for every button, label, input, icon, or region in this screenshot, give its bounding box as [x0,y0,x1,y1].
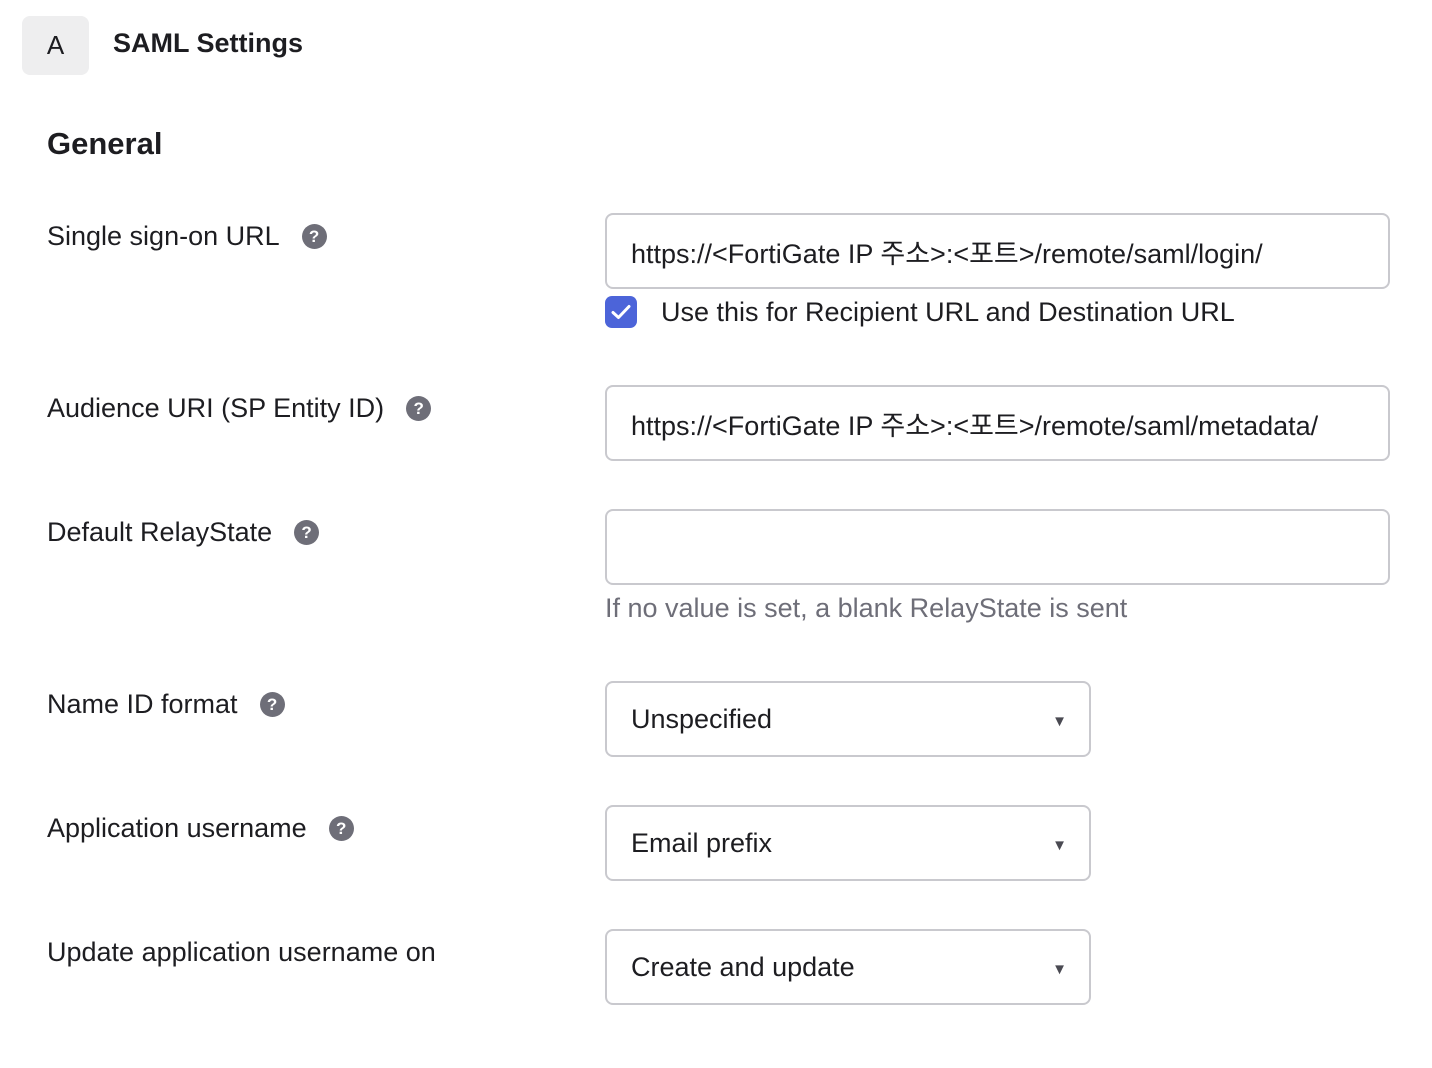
audience-uri-label: Audience URI (SP Entity ID) ? [47,393,432,424]
app-username-label: Application username ? [47,813,354,844]
caret-down-icon: ▼ [1052,960,1067,978]
step-badge: A [22,16,89,75]
sso-url-input[interactable]: https://<FortiGate IP 주소>:<포트>/remote/sa… [605,213,1390,289]
relay-state-label-text: Default RelayState [47,517,273,547]
section-heading: General [47,126,163,161]
name-id-format-selected: Unspecified [631,703,773,734]
relay-state-label: Default RelayState ? [47,517,320,548]
sso-url-label: Single sign-on URL ? [47,221,327,252]
app-username-label-text: Application username [47,813,307,843]
page-title: SAML Settings [113,28,304,58]
recipient-url-checkbox-row[interactable]: Use this for Recipient URL and Destinati… [605,296,1235,328]
update-username-label-text: Update application username on [47,937,436,967]
app-username-select[interactable]: Email prefix ▼ [605,805,1091,881]
recipient-url-checkbox[interactable] [605,296,637,328]
update-username-select[interactable]: Create and update ▼ [605,929,1091,1005]
name-id-format-label-text: Name ID format [47,689,238,719]
checkmark-icon [611,305,631,319]
audience-uri-input[interactable]: https://<FortiGate IP 주소>:<포트>/remote/sa… [605,385,1390,461]
relay-state-help-text: If no value is set, a blank RelayState i… [605,593,1128,623]
caret-down-icon: ▼ [1052,712,1067,730]
app-username-selected: Email prefix [631,827,773,858]
caret-down-icon: ▼ [1052,836,1067,854]
name-id-format-label: Name ID format ? [47,689,285,720]
name-id-format-select[interactable]: Unspecified ▼ [605,681,1091,757]
sso-url-label-text: Single sign-on URL [47,221,280,251]
help-icon[interactable]: ? [294,520,320,545]
step-letter: A [46,30,65,60]
update-username-label: Update application username on [47,937,436,968]
recipient-url-checkbox-label: Use this for Recipient URL and Destinati… [661,296,1235,327]
help-icon[interactable]: ? [259,692,285,717]
relay-state-input[interactable] [605,509,1390,585]
help-icon[interactable]: ? [328,816,354,841]
audience-uri-value: https://<FortiGate IP 주소>:<포트>/remote/sa… [631,410,1319,441]
help-icon[interactable]: ? [406,396,432,421]
sso-url-value: https://<FortiGate IP 주소>:<포트>/remote/sa… [631,238,1263,269]
update-username-selected: Create and update [631,951,855,982]
audience-uri-label-text: Audience URI (SP Entity ID) [47,393,385,423]
help-icon[interactable]: ? [301,224,327,249]
